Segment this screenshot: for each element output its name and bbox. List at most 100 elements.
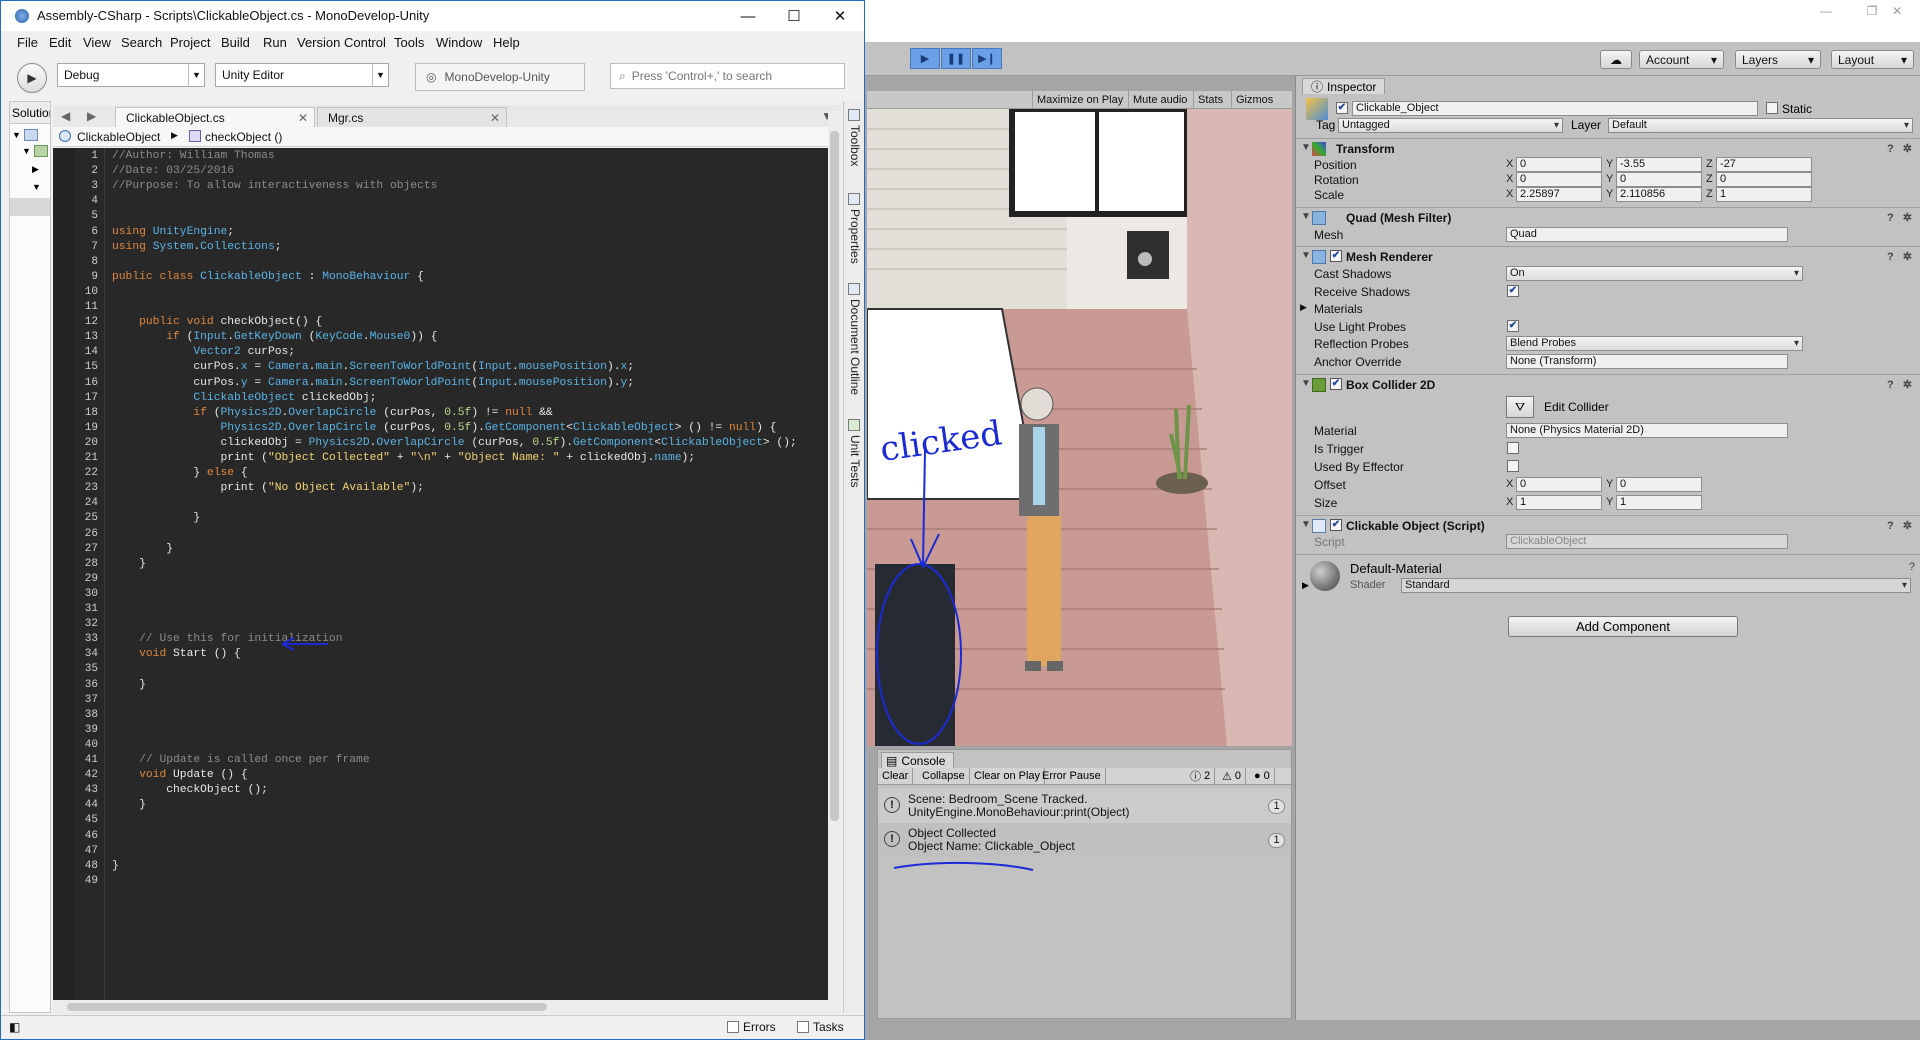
breadcrumb-method[interactable]: checkObject () — [205, 130, 282, 144]
console-message[interactable]: ! Object Collected Object Name: Clickabl… — [878, 823, 1291, 857]
menu-build[interactable]: Build — [221, 35, 250, 50]
layers-dropdown[interactable]: Layers ▾ — [1735, 50, 1821, 69]
rotation-y-field[interactable]: 0 — [1616, 172, 1702, 187]
reflection-probes-dropdown[interactable]: Blend Probes — [1506, 336, 1803, 351]
layout-dropdown[interactable]: Layout ▾ — [1831, 50, 1914, 69]
component-tools-icon[interactable]: ? ✲ — [1887, 250, 1915, 263]
error-pause-button[interactable]: Error Pause — [1038, 768, 1106, 784]
menu-project[interactable]: Project — [170, 35, 210, 50]
shader-dropdown[interactable]: Standard — [1401, 578, 1911, 593]
scale-z-field[interactable]: 1 — [1716, 187, 1812, 202]
help-icon[interactable]: ? — [1909, 561, 1915, 573]
minimize-icon[interactable]: — — [1803, 0, 1849, 22]
code-line[interactable]: //Author: William Thomas — [112, 149, 275, 164]
tab-mgr[interactable]: Mgr.cs ✕ — [317, 107, 507, 127]
maximize-icon[interactable]: ☐ — [771, 1, 817, 31]
warning-count-toggle[interactable]: ⚠ 0 — [1218, 768, 1246, 784]
toolbox-pad[interactable]: Toolbox — [848, 125, 862, 166]
used-by-effector-checkbox[interactable] — [1507, 460, 1519, 472]
expand-arrow-icon[interactable]: ▼ — [12, 130, 21, 140]
active-checkbox[interactable]: ✔ — [1336, 102, 1348, 114]
box-collider-header[interactable]: ▼ ✔ Box Collider 2D ? ✲ — [1296, 374, 1920, 394]
materials-row[interactable]: ▶ Materials — [1296, 300, 1920, 318]
clear-button[interactable]: Clear — [878, 768, 914, 784]
code-line[interactable]: clickedObj = Physics2D.OverlapCircle (cu… — [112, 436, 796, 451]
mesh-renderer-enabled-checkbox[interactable]: ✔ — [1330, 250, 1342, 262]
component-tools-icon[interactable]: ? ✲ — [1887, 211, 1915, 224]
code-line[interactable]: //Purpose: To allow interactiveness with… — [112, 179, 437, 194]
code-line[interactable]: checkObject (); — [112, 783, 268, 798]
gizmos-dropdown[interactable]: Gizmos — [1231, 91, 1277, 109]
game-view[interactable]: clicked — [867, 109, 1292, 746]
tag-dropdown[interactable]: Untagged — [1338, 118, 1563, 133]
code-line[interactable]: public void checkObject() { — [112, 315, 322, 330]
vertical-scroll-thumb[interactable] — [830, 131, 839, 821]
code-line[interactable]: Vector2 curPos; — [112, 345, 295, 360]
rotation-z-field[interactable]: 0 — [1716, 172, 1812, 187]
mesh-filter-header[interactable]: ▼ Quad (Mesh Filter) ? ✲ — [1296, 207, 1920, 227]
size-y-field[interactable]: 1 — [1616, 495, 1702, 510]
menu-version-control[interactable]: Version Control — [297, 35, 386, 50]
tab-clickableobject[interactable]: ClickableObject.cs ✕ — [115, 107, 315, 127]
code-line[interactable]: } — [112, 557, 146, 572]
account-dropdown[interactable]: Account ▾ — [1639, 50, 1724, 69]
error-count-toggle[interactable]: ● 0 — [1250, 768, 1275, 784]
size-x-field[interactable]: 1 — [1516, 495, 1602, 510]
rotation-x-field[interactable]: 0 — [1516, 172, 1602, 187]
code-line[interactable]: } — [112, 859, 119, 874]
code-editor[interactable]: 1 2 3 4 5 6 7 8 9 10 11 12 13 14 15 16 17 18 19 20 21 22 23 24 2… — [53, 148, 828, 1000]
menu-tools[interactable]: Tools — [394, 35, 424, 50]
document-outline-pad[interactable]: Document Outline — [848, 299, 862, 395]
scale-y-field[interactable]: 2.110856 — [1616, 187, 1702, 202]
unit-tests-pad[interactable]: Unit Tests — [848, 435, 862, 487]
mesh-field[interactable]: Quad — [1506, 227, 1788, 242]
run-button[interactable]: ▶ — [17, 63, 47, 93]
offset-y-field[interactable]: 0 — [1616, 477, 1702, 492]
code-line[interactable]: //Date: 03/25/2016 — [112, 164, 234, 179]
code-line[interactable]: if (Physics2D.OverlapCircle (curPos, 0.5… — [112, 406, 552, 421]
transform-header[interactable]: ▼ Transform ? ✲ — [1296, 138, 1920, 158]
script-component-header[interactable]: ▼ ✔ Clickable Object (Script) ? ✲ — [1296, 515, 1920, 535]
position-z-field[interactable]: -27 — [1716, 157, 1812, 172]
menu-window[interactable]: Window — [436, 35, 482, 50]
clear-on-play-button[interactable]: Clear on Play — [970, 768, 1046, 784]
breadcrumb-class[interactable]: ClickableObject — [77, 130, 160, 144]
stats-toggle[interactable]: Stats — [1193, 91, 1227, 109]
code-line[interactable]: void Update () { — [112, 768, 247, 783]
component-tools-icon[interactable]: ? ✲ — [1887, 519, 1915, 532]
is-trigger-checkbox[interactable] — [1507, 442, 1519, 454]
console-message[interactable]: ! Scene: Bedroom_Scene Tracked. UnityEng… — [878, 789, 1291, 823]
code-line[interactable]: public class ClickableObject : MonoBehav… — [112, 270, 424, 285]
code-line[interactable]: ClickableObject clickedObj; — [112, 391, 376, 406]
code-line[interactable]: if (Input.GetKeyDown (KeyCode.Mouse0)) { — [112, 330, 437, 345]
expand-arrow-icon[interactable]: ▼ — [32, 182, 41, 192]
search-input[interactable] — [631, 69, 832, 83]
play-button[interactable]: ▶ — [910, 48, 940, 69]
solution-pad-title[interactable]: Solution — [10, 102, 50, 124]
code-line[interactable]: print ("Object Collected" + "\n" + "Obje… — [112, 451, 695, 466]
edit-collider-button[interactable]: ⛛ — [1506, 396, 1534, 418]
code-line[interactable]: } else { — [112, 466, 247, 481]
console-tab[interactable]: ▤ Console — [881, 752, 955, 768]
close-icon[interactable]: ✕ — [817, 1, 863, 31]
code-line[interactable]: print ("No Object Available"); — [112, 481, 423, 496]
position-x-field[interactable]: 0 — [1516, 157, 1602, 172]
code-line[interactable]: curPos.x = Camera.main.ScreenToWorldPoin… — [112, 360, 634, 375]
collapse-button[interactable]: Collapse — [918, 768, 970, 784]
maximize-on-play-toggle[interactable]: Maximize on Play — [1032, 91, 1127, 109]
offset-x-field[interactable]: 0 — [1516, 477, 1602, 492]
tab-back-icon[interactable]: ◀ — [61, 109, 70, 123]
pause-button[interactable]: ❚❚ — [941, 48, 971, 69]
code-line[interactable]: } — [112, 798, 146, 813]
code-line[interactable]: Physics2D.OverlapCircle (curPos, 0.5f).G… — [112, 421, 776, 436]
code-line[interactable]: } — [112, 511, 200, 526]
mute-audio-toggle[interactable]: Mute audio — [1128, 91, 1191, 109]
receive-shadows-checkbox[interactable]: ✔ — [1507, 285, 1519, 297]
selected-tree-item[interactable] — [10, 198, 50, 216]
script-enabled-checkbox[interactable]: ✔ — [1330, 519, 1342, 531]
close-icon[interactable]: ✕ — [1874, 0, 1920, 22]
code-line[interactable]: void Start () { — [112, 647, 241, 662]
box-collider-enabled-checkbox[interactable]: ✔ — [1330, 378, 1342, 390]
collider-material-field[interactable]: None (Physics Material 2D) — [1506, 423, 1788, 438]
object-name-field[interactable]: Clickable_Object — [1352, 101, 1758, 116]
